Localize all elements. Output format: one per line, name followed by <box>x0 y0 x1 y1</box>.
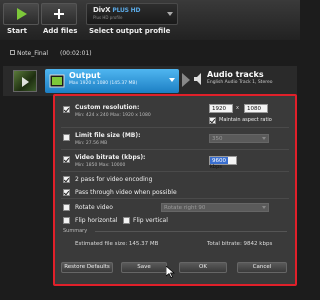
main-toolbar: DivX PLUS HD Plus HD profile Start Add fi… <box>0 0 300 40</box>
speaker-icon <box>194 73 201 85</box>
chevron-down-icon <box>262 206 266 209</box>
flip-horizontal-checkbox[interactable] <box>63 217 70 224</box>
custom-resolution-checkbox[interactable] <box>63 106 70 113</box>
output-profile-dropdown[interactable]: DivX PLUS HD Plus HD profile <box>86 3 178 25</box>
profile-sub: Plus HD profile <box>93 15 123 20</box>
video-thumbnail[interactable] <box>13 70 37 92</box>
save-button[interactable]: Save <box>121 262 167 273</box>
add-files-label: Add files <box>43 27 78 35</box>
maintain-aspect-checkbox[interactable] <box>209 117 216 124</box>
total-bitrate: Total bitrate: 9842 kbps <box>207 241 273 247</box>
estimated-file-size: Estimated file size: 145.37 MB <box>75 241 159 247</box>
custom-resolution-range: Min: 424 x 240 Max: 1920 x 1080 <box>75 113 151 118</box>
file-title[interactable]: Note_Final <box>10 50 48 57</box>
limit-file-size-checkbox[interactable] <box>63 134 70 141</box>
output-settings-button[interactable]: Output Max 1920 x 1080 (145.37 MB) <box>45 69 179 93</box>
two-pass-row: 2 pass for video encoding <box>61 174 289 186</box>
chevron-down-icon <box>169 78 175 82</box>
output-sub: Max 1920 x 1080 (145.37 MB) <box>69 81 138 86</box>
expand-icon <box>10 50 15 55</box>
rotate-dropdown[interactable]: Rotate right 90 <box>161 203 269 212</box>
add-files-button[interactable] <box>41 3 77 25</box>
limit-file-size-row: Limit file size (MB): Min: 27.56 MB 350 <box>61 130 289 150</box>
file-strip: Output Max 1920 x 1080 (145.37 MB) Audio… <box>3 66 297 96</box>
video-bitrate-checkbox[interactable] <box>63 156 70 163</box>
restore-defaults-button[interactable]: Restore Defaults <box>61 262 113 273</box>
file-duration: (00:02:01) <box>60 50 92 57</box>
file-size-value: 350 <box>212 136 223 142</box>
file-size-dropdown[interactable]: 350 <box>209 134 269 143</box>
bitrate-unit: kbps <box>210 164 222 170</box>
flip-vertical-label: Flip vertical <box>133 217 168 224</box>
cancel-button[interactable]: Cancel <box>237 262 287 273</box>
plus-icon <box>54 9 64 19</box>
video-bitrate-input[interactable]: 9600 kbps <box>209 156 237 170</box>
ok-button[interactable]: OK <box>179 262 227 273</box>
maintain-aspect-label: Maintain aspect ratio <box>219 117 272 123</box>
audio-tracks-sub: English Audio Track 1, Stereo <box>207 80 273 85</box>
resolution-width-input[interactable]: 1920 <box>209 104 233 113</box>
rotate-row: Rotate video Rotate right 90 <box>61 201 289 214</box>
start-button[interactable] <box>3 3 39 25</box>
chevron-down-icon <box>167 12 173 16</box>
chevron-down-icon <box>262 137 266 140</box>
two-pass-label: 2 pass for video encoding <box>75 176 153 183</box>
file-row: Note_Final (00:02:01) <box>0 48 300 62</box>
audio-tracks-label[interactable]: Audio tracks <box>207 70 264 79</box>
pass-through-label: Pass through video when possible <box>75 189 177 196</box>
limit-file-size-min: Min: 27.56 MB <box>75 141 108 146</box>
resolution-separator: x <box>236 105 239 111</box>
output-settings-dialog: Custom resolution: Min: 424 x 240 Max: 1… <box>53 94 297 286</box>
video-icon <box>49 74 65 88</box>
two-pass-checkbox[interactable] <box>63 176 70 183</box>
summary-title: Summary <box>63 228 88 234</box>
resolution-height-input[interactable]: 1080 <box>244 104 268 113</box>
pass-through-row: Pass through video when possible <box>61 187 289 199</box>
rotate-value: Rotate right 90 <box>164 205 206 211</box>
video-bitrate-row: Video bitrate (kbps): Min: 1850 Max: 100… <box>61 152 289 172</box>
play-icon <box>17 8 27 20</box>
rotate-checkbox[interactable] <box>63 204 70 211</box>
chevron-right-icon <box>182 73 190 87</box>
output-label: Output <box>69 71 101 80</box>
bitrate-value: 9600 <box>210 157 228 164</box>
custom-resolution-row: Custom resolution: Min: 424 x 240 Max: 1… <box>61 100 289 128</box>
limit-file-size-label: Limit file size (MB): <box>75 132 141 139</box>
rotate-label: Rotate video <box>75 204 113 211</box>
summary-divider <box>95 231 287 232</box>
flip-horizontal-label: Flip horizontal <box>75 217 118 224</box>
video-bitrate-label: Video bitrate (kbps): <box>75 154 146 161</box>
select-profile-label: Select output profile <box>89 27 171 35</box>
custom-resolution-label: Custom resolution: <box>75 104 140 111</box>
flip-vertical-checkbox[interactable] <box>123 217 130 224</box>
flip-row: Flip horizontal Flip vertical <box>61 215 289 227</box>
divx-logo: DivX PLUS HD <box>93 6 141 14</box>
start-label: Start <box>7 27 27 35</box>
video-bitrate-range: Min: 1850 Max: 10000 <box>75 163 126 168</box>
pass-through-checkbox[interactable] <box>63 189 70 196</box>
mouse-cursor-icon <box>166 266 175 278</box>
